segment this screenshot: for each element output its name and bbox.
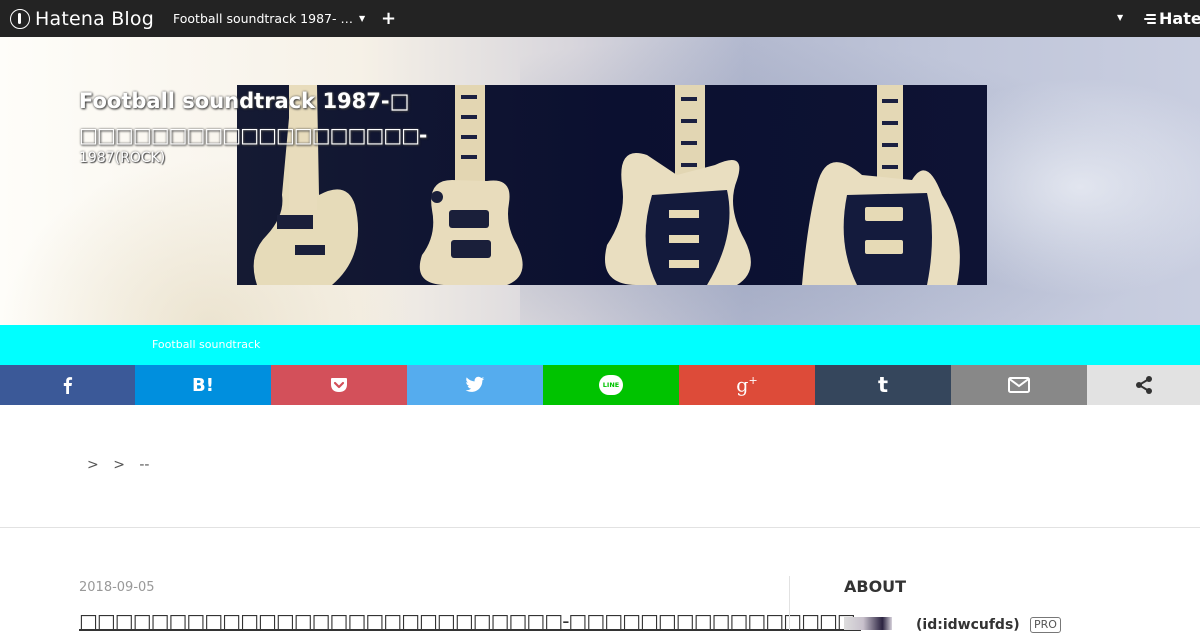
blog-nav-bar: Football soundtrack xyxy=(0,325,1200,365)
share-facebook-button[interactable] xyxy=(0,365,135,405)
hatena-menu-link[interactable]: Hatena xyxy=(1142,9,1200,28)
breadcrumb: > > -- xyxy=(87,457,159,473)
share-twitter-button[interactable] xyxy=(407,365,543,405)
blog-header: Football soundtrack 1987-□ □□□□□□□□□□□□□… xyxy=(0,37,1200,325)
breadcrumb-separator: > xyxy=(113,457,125,473)
blog-switcher[interactable]: Football soundtrack 1987- … ▼ xyxy=(173,11,365,26)
nav-link-football-soundtrack[interactable]: Football soundtrack xyxy=(152,338,260,351)
user-id-link[interactable]: (id:idwcufds) xyxy=(916,617,1020,633)
header-guitar-image xyxy=(237,85,987,285)
share-line-button[interactable]: LINE xyxy=(543,365,679,405)
column-divider xyxy=(789,576,790,630)
share-pocket-button[interactable] xyxy=(271,365,407,405)
hatena-right-text: Hatena xyxy=(1159,9,1200,28)
pocket-icon xyxy=(331,378,347,392)
hatena-lines-icon xyxy=(1142,13,1156,25)
blog-switcher-label: Football soundtrack 1987- … xyxy=(173,11,353,26)
tumblr-icon: t xyxy=(877,373,889,397)
twitter-icon xyxy=(465,376,485,392)
post-date[interactable]: 2018-09-05 xyxy=(79,580,155,595)
blog-description: 1987(ROCK) xyxy=(79,150,166,166)
post-title[interactable]: □□□□□□□□□□□□□□□□□□□□□□□□□□□-□□□□□□□□□□□□… xyxy=(79,609,862,633)
share-hatena-bookmark-button[interactable]: B! xyxy=(135,365,271,405)
facebook-icon xyxy=(63,377,72,394)
email-icon xyxy=(1008,377,1030,393)
breadcrumb-current: -- xyxy=(139,457,150,473)
share-tumblr-button[interactable]: t xyxy=(815,365,951,405)
share-icon xyxy=(1135,376,1152,394)
line-icon: LINE xyxy=(599,375,623,395)
about-heading: ABOUT xyxy=(844,577,907,596)
share-google-plus-button[interactable]: g+ xyxy=(679,365,815,405)
top-bar: Hatena Blog Football soundtrack 1987- … … xyxy=(0,0,1200,37)
hatena-logo-icon xyxy=(10,9,30,29)
hatena-blog-logo[interactable]: Hatena Blog xyxy=(10,7,154,31)
breadcrumb-separator: > xyxy=(87,457,99,473)
blog-title[interactable]: Football soundtrack 1987-□ xyxy=(79,89,409,113)
blog-title-line2[interactable]: □□□□□□□□□□□□□□□□□□□- xyxy=(79,123,427,147)
brand-text: Hatena Blog xyxy=(35,8,154,30)
google-plus-icon: g+ xyxy=(736,373,758,397)
caret-down-icon: ▼ xyxy=(358,14,366,23)
share-email-button[interactable] xyxy=(951,365,1087,405)
caret-down-icon[interactable]: ▼ xyxy=(1117,13,1123,22)
share-more-button[interactable] xyxy=(1087,365,1200,405)
hatena-bookmark-icon: B! xyxy=(192,374,214,396)
share-bar: B! LINE g+ t xyxy=(0,365,1200,405)
section-divider xyxy=(0,527,1200,528)
avatar[interactable] xyxy=(844,617,892,630)
pro-badge: PRO xyxy=(1030,617,1061,633)
new-post-button[interactable]: + xyxy=(381,8,396,29)
line-icon-label: LINE xyxy=(602,381,620,389)
